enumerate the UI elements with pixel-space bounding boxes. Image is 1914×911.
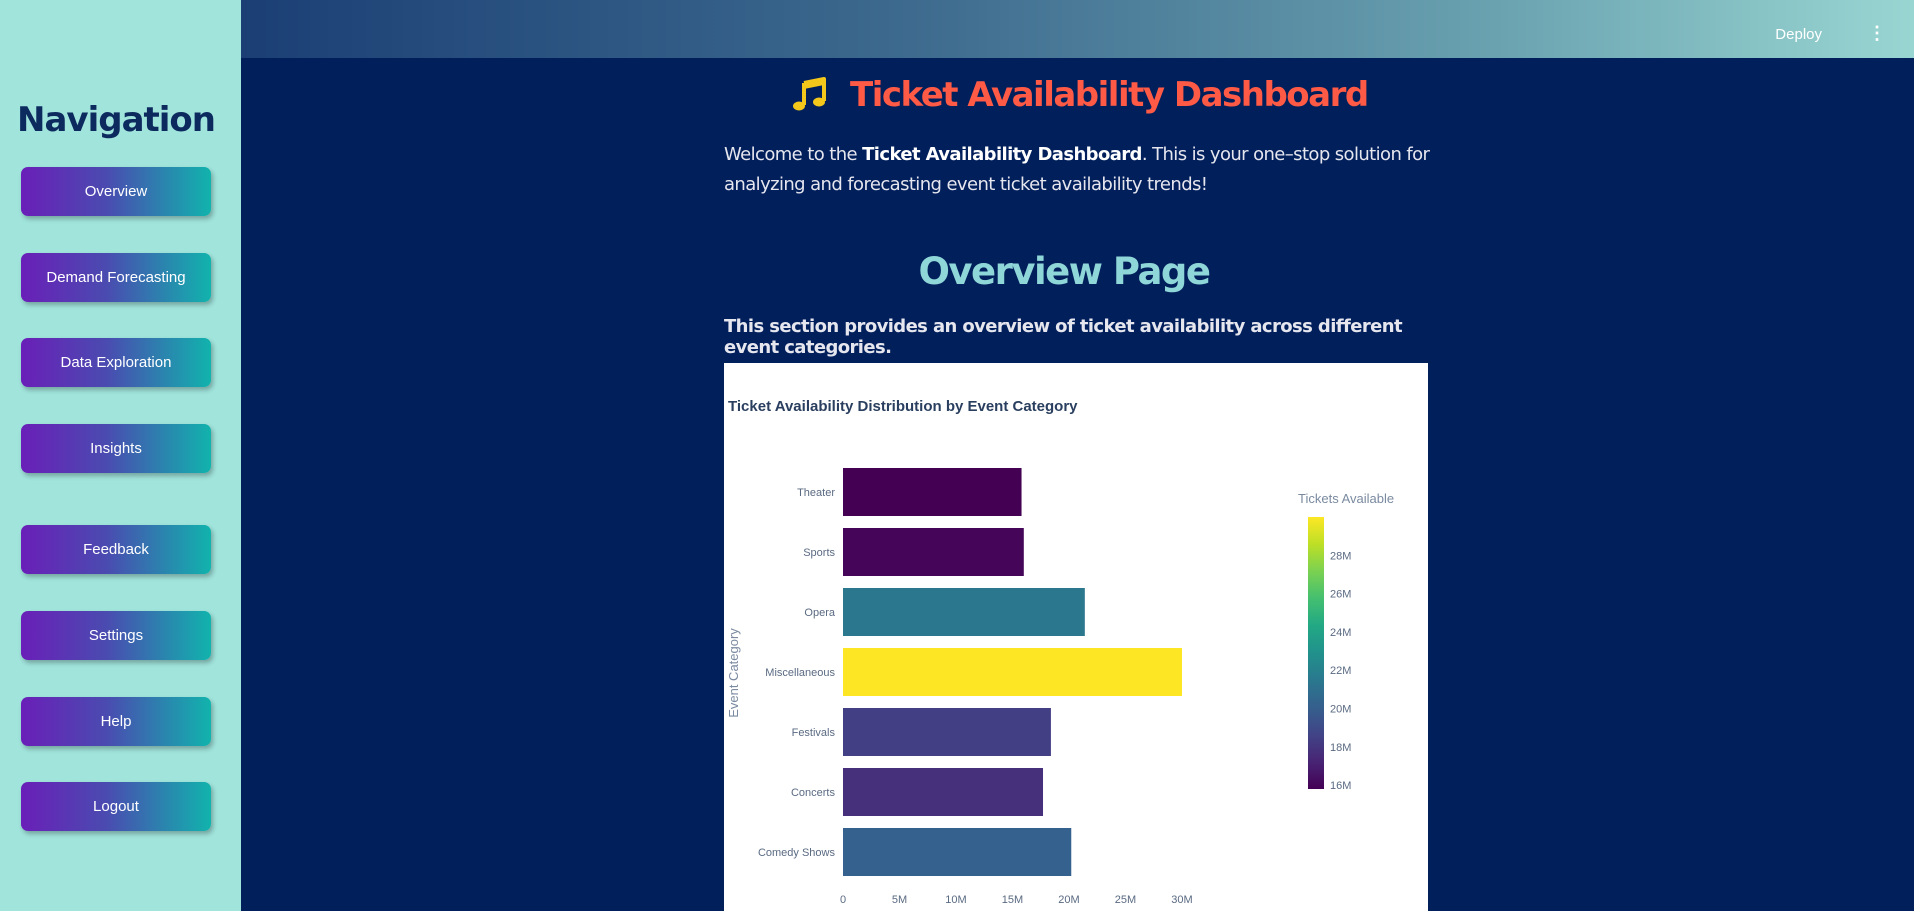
- bar-concerts[interactable]: [843, 768, 1044, 816]
- sidebar-item-demand-forecasting[interactable]: Demand Forecasting: [21, 253, 211, 302]
- page-header: Ticket Availability Dashboard: [790, 68, 1369, 122]
- colorbar-tick-label: 26M: [1330, 589, 1351, 601]
- chart-container[interactable]: Ticket Availability Distribution by Even…: [724, 363, 1428, 911]
- music-note-icon: [793, 77, 826, 111]
- page-heading: Overview Page: [918, 250, 1211, 293]
- bar-chart[interactable]: Theater Sports Opera Miscellaneous Festivals…: [724, 363, 1428, 911]
- sidebar-title: Navigation: [17, 100, 216, 140]
- welcome-text: Welcome to the Ticket Availability Dashb…: [724, 140, 1444, 200]
- y-tick-label: Opera: [804, 607, 835, 619]
- x-tick-label: 20M: [1058, 894, 1079, 906]
- bar-miscellaneous[interactable]: [843, 648, 1182, 696]
- welcome-bold: Ticket Availability Dashboard: [862, 144, 1142, 165]
- y-tick-label: Miscellaneous: [765, 667, 835, 679]
- welcome-prefix: Welcome to the: [724, 144, 863, 165]
- bar-sports[interactable]: [843, 528, 1024, 576]
- sidebar-item-feedback[interactable]: Feedback: [21, 525, 211, 574]
- x-tick-label: 5M: [892, 894, 907, 906]
- x-tick-label: 30M: [1171, 894, 1192, 906]
- y-tick-label: Theater: [797, 487, 835, 499]
- sidebar: Navigation Overview Demand Forecasting D…: [0, 0, 241, 911]
- x-tick-label: 15M: [1002, 894, 1023, 906]
- bar-festivals[interactable]: [843, 708, 1051, 756]
- colorbar: [1308, 517, 1324, 789]
- bar-opera[interactable]: [843, 588, 1085, 636]
- colorbar-tick-label: 24M: [1330, 627, 1351, 639]
- y-tick-label: Concerts: [791, 787, 836, 799]
- kebab-menu-icon[interactable]: ⋮: [1868, 24, 1886, 42]
- colorbar-tick-label: 22M: [1330, 665, 1351, 677]
- sidebar-item-insights[interactable]: Insights: [21, 424, 211, 473]
- sidebar-item-overview[interactable]: Overview: [21, 167, 211, 216]
- dashboard-title: Ticket Availability Dashboard: [850, 75, 1369, 115]
- section-description: This section provides an overview of tic…: [724, 316, 1403, 358]
- deploy-button[interactable]: Deploy: [1775, 26, 1822, 43]
- colorbar-tick-label: 16M: [1330, 780, 1351, 792]
- colorbar-tick-label: 18M: [1330, 742, 1351, 754]
- bar-comedy-shows[interactable]: [843, 828, 1072, 876]
- x-tick-label: 10M: [945, 894, 966, 906]
- sidebar-item-logout[interactable]: Logout: [21, 782, 211, 831]
- x-tick-label: 0: [840, 894, 846, 906]
- sidebar-item-help[interactable]: Help: [21, 697, 211, 746]
- colorbar-tick-label: 20M: [1330, 704, 1351, 716]
- y-axis-label: Event Category: [726, 628, 741, 718]
- y-tick-label: Sports: [803, 547, 835, 559]
- colorbar-tick-label: 28M: [1330, 550, 1351, 562]
- y-tick-label: Comedy Shows: [758, 847, 836, 859]
- sidebar-item-data-exploration[interactable]: Data Exploration: [21, 338, 211, 387]
- bar-theater[interactable]: [843, 468, 1022, 516]
- sidebar-item-settings[interactable]: Settings: [21, 611, 211, 660]
- top-bar: Deploy ⋮: [241, 0, 1914, 58]
- x-tick-label: 25M: [1115, 894, 1136, 906]
- colorbar-title: Tickets Available: [1298, 491, 1394, 506]
- y-tick-label: Festivals: [792, 727, 836, 739]
